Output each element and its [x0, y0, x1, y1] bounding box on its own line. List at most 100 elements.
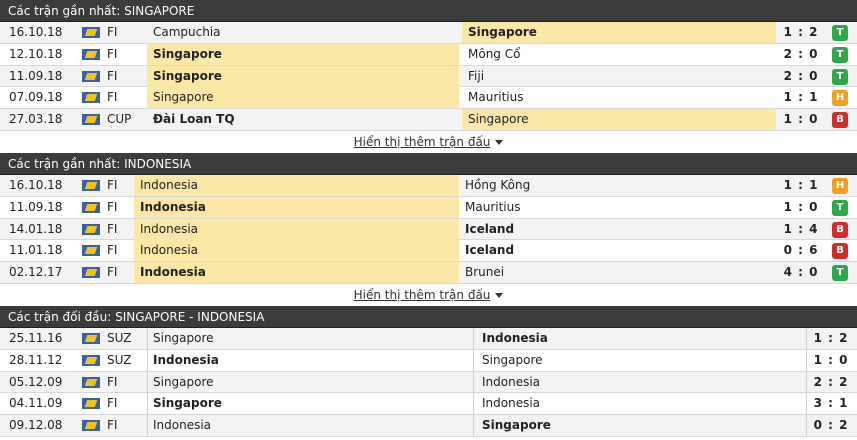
away-team[interactable]: Iceland: [459, 240, 776, 261]
home-team[interactable]: Singapore: [147, 328, 473, 349]
column-divider: [473, 371, 474, 393]
column-divider: [473, 415, 474, 437]
away-team[interactable]: Mauritius: [459, 197, 776, 218]
match-score[interactable]: 4 : 0: [776, 262, 826, 283]
competition-code[interactable]: CUP: [107, 109, 147, 130]
match-score[interactable]: 2 : 2: [806, 372, 856, 393]
match-date: 16.10.18: [9, 177, 63, 192]
away-team[interactable]: Brunei: [459, 262, 776, 283]
away-team[interactable]: Singapore: [476, 350, 806, 371]
section-header: Các trận gần nhất: SINGAPORE: [0, 0, 857, 22]
match-score[interactable]: 1 : 0: [776, 197, 826, 218]
home-team[interactable]: Singapore: [147, 65, 459, 87]
competition-code[interactable]: FI: [107, 87, 147, 108]
competition-flag-icon: [82, 267, 100, 279]
match-row[interactable]: 14.01.18 FI Indonesia Iceland 1 : 4B: [0, 218, 857, 241]
away-team[interactable]: Indonesia: [476, 393, 806, 414]
section-header: Các trận đối đầu: SINGAPORE - INDONESIA: [0, 305, 857, 328]
match-row[interactable]: 27.03.18 CUP Đài Loan TQ Singapore 1 : 0 B: [0, 109, 857, 131]
match-row[interactable]: 16.10.18 FI Campuchia Singapore 1 : 2 T: [0, 22, 857, 44]
result-badge: B: [832, 112, 848, 129]
match-score[interactable]: 1 : 1: [776, 175, 826, 196]
column-divider: [806, 393, 807, 415]
away-team[interactable]: Iceland: [459, 219, 776, 240]
match-score[interactable]: 2 : 0: [776, 44, 826, 65]
match-row[interactable]: 28.11.12 SUZ Indonesia Singapore 1 : 0: [0, 349, 857, 372]
away-team[interactable]: Singapore: [476, 415, 806, 436]
result-badge: T: [832, 199, 848, 216]
match-row[interactable]: 04.11.09 FI Singapore Indonesia 3 : 1: [0, 393, 857, 416]
result-badge: T: [832, 25, 848, 41]
match-row[interactable]: 07.09.18 FI Singapore Mauritius 1 : 1 H: [0, 87, 857, 110]
away-team[interactable]: Indonesia: [476, 372, 806, 393]
match-score[interactable]: 1 : 4: [776, 219, 826, 240]
away-team[interactable]: Mông Cổ: [462, 44, 776, 65]
competition-code[interactable]: FI: [107, 66, 147, 87]
column-divider: [473, 349, 474, 371]
home-team[interactable]: Singapore: [147, 43, 459, 65]
home-team[interactable]: Indonesia: [134, 196, 459, 218]
home-team[interactable]: Indonesia: [134, 240, 459, 262]
home-team[interactable]: Singapore: [147, 372, 473, 393]
column-divider: [806, 415, 807, 437]
competition-flag-icon: [82, 376, 100, 388]
home-team[interactable]: Singapore: [147, 393, 473, 414]
result-badge: T: [832, 46, 848, 63]
home-team[interactable]: Indonesia: [147, 415, 473, 436]
home-team[interactable]: Indonesia: [134, 174, 459, 196]
match-row[interactable]: 11.01.18 FI Indonesia Iceland 0 : 6B: [0, 240, 857, 263]
match-row[interactable]: 11.09.18 FI Singapore Fiji 2 : 0 T: [0, 65, 857, 88]
show-more-row: Hiển thị thêm trận đấu: [0, 131, 857, 153]
match-score[interactable]: 1 : 0: [776, 109, 826, 130]
result-badge: B: [832, 221, 848, 238]
match-score[interactable]: 0 : 6: [776, 240, 826, 261]
match-score[interactable]: 1 : 1: [776, 87, 826, 108]
section-head-to-head: Các trận đối đầu: SINGAPORE - INDONESIA …: [0, 305, 857, 437]
match-score[interactable]: 1 : 0: [806, 350, 856, 371]
competition-code[interactable]: FI: [107, 393, 147, 414]
match-date: 11.09.18: [9, 199, 63, 214]
match-date: 12.10.18: [9, 46, 63, 61]
away-team[interactable]: Singapore: [462, 109, 776, 131]
result-badge: T: [832, 265, 848, 282]
home-team[interactable]: Indonesia: [134, 262, 459, 284]
match-date: 04.11.09: [9, 396, 63, 411]
match-score[interactable]: 3 : 1: [806, 393, 856, 414]
home-team[interactable]: Đài Loan TQ: [147, 109, 459, 130]
home-team[interactable]: Singapore: [147, 87, 459, 109]
match-score[interactable]: 2 : 0: [776, 66, 826, 87]
match-row[interactable]: 05.12.09 FI Singapore Indonesia 2 : 2: [0, 371, 857, 394]
home-team[interactable]: Indonesia: [134, 218, 459, 240]
match-row[interactable]: 25.11.16 SUZ Singapore Indonesia 1 : 2: [0, 327, 857, 350]
competition-code[interactable]: FI: [107, 22, 147, 43]
away-team[interactable]: Singapore: [462, 22, 776, 43]
match-score[interactable]: 1 : 2: [776, 22, 826, 43]
competition-flag-icon: [82, 245, 100, 257]
competition-code[interactable]: FI: [107, 372, 147, 393]
home-team[interactable]: Campuchia: [147, 22, 459, 43]
match-row[interactable]: 16.10.18 FI Indonesia Hồng Kông 1 : 1H: [0, 174, 857, 197]
section-recent-singapore: Các trận gần nhất: SINGAPORE 16.10.18 FI C…: [0, 0, 857, 153]
away-team[interactable]: Fiji: [462, 66, 776, 87]
show-more-link[interactable]: Hiển thị thêm trận đấu: [354, 288, 491, 302]
away-team[interactable]: Mauritius: [462, 87, 776, 108]
caret-down-icon[interactable]: [495, 139, 504, 145]
competition-code[interactable]: SUZ: [107, 328, 147, 349]
match-row[interactable]: 11.09.18 FI Indonesia Mauritius 1 : 0T: [0, 196, 857, 219]
match-score[interactable]: 1 : 2: [806, 328, 856, 349]
away-team[interactable]: Hồng Kông: [459, 175, 776, 196]
match-row[interactable]: 12.10.18 FI Singapore Mông Cổ 2 : 0 T: [0, 43, 857, 66]
competition-code[interactable]: FI: [107, 415, 147, 436]
match-row[interactable]: 02.12.17 FI Indonesia Brunei 4 : 0T: [0, 262, 857, 284]
match-row[interactable]: 09.12.08 FI Indonesia Singapore 0 : 2: [0, 415, 857, 437]
column-divider: [806, 371, 807, 393]
competition-code[interactable]: FI: [107, 44, 147, 65]
away-team[interactable]: Indonesia: [476, 328, 806, 349]
caret-down-icon[interactable]: [495, 292, 504, 298]
show-more-link[interactable]: Hiển thị thêm trận đấu: [354, 135, 491, 149]
competition-flag-icon: [82, 27, 100, 38]
competition-code[interactable]: SUZ: [107, 350, 147, 371]
competition-flag-icon: [82, 179, 100, 191]
match-score[interactable]: 0 : 2: [806, 415, 856, 436]
home-team[interactable]: Indonesia: [147, 350, 473, 371]
